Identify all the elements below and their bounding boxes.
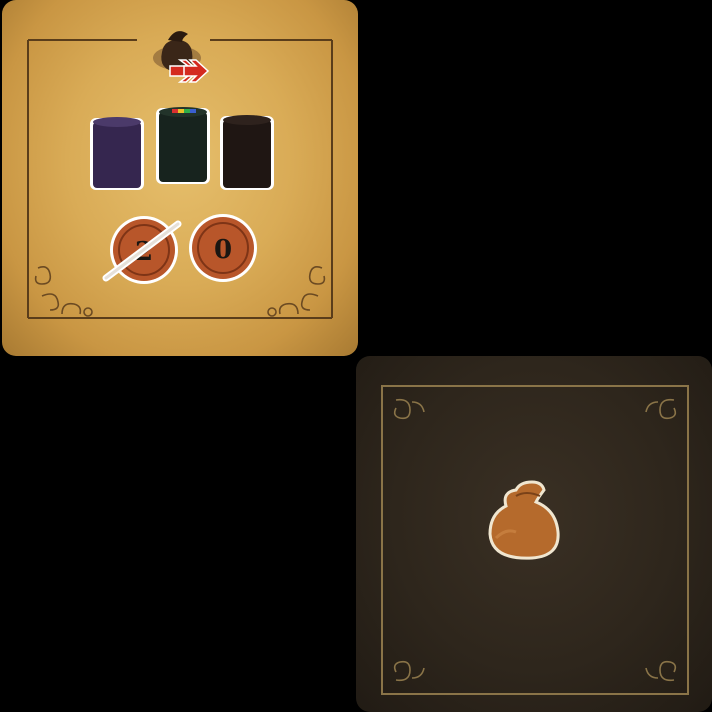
rainbow-stripe <box>172 109 196 113</box>
coin: 0 <box>189 214 257 282</box>
cylinder-dark-green <box>156 107 210 184</box>
card-back-artwork <box>381 385 689 695</box>
resource-card-front[interactable]: 2 0 <box>2 0 358 356</box>
corner-flourish-bottom-right <box>267 266 326 317</box>
cylinder-purple <box>90 117 144 190</box>
resource-card-back[interactable] <box>356 356 712 712</box>
corner-flourish-bottom-left <box>34 266 93 317</box>
cylinder-black-brown <box>220 115 274 190</box>
money-bag-icon <box>488 480 560 560</box>
card-front-artwork: 2 0 <box>27 31 333 319</box>
coin-struck-out: 2 <box>102 216 182 284</box>
coin-value: 0 <box>214 235 232 265</box>
